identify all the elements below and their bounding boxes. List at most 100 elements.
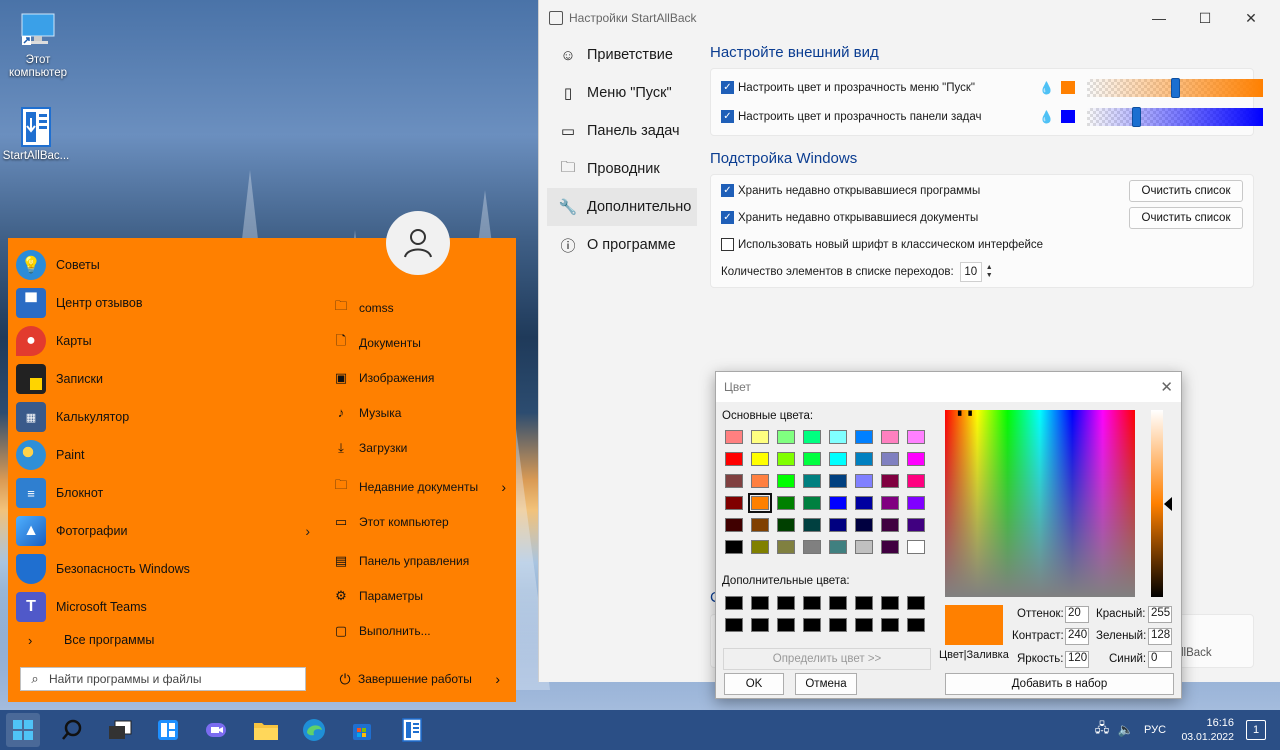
basic-color-swatch[interactable]	[803, 474, 821, 488]
basic-color-swatch[interactable]	[751, 474, 769, 488]
basic-color-swatch[interactable]	[725, 518, 743, 532]
basic-color-swatch[interactable]	[829, 496, 847, 510]
clock[interactable]: 16:16 03.01.2022	[1178, 710, 1234, 750]
network-icon[interactable]: 🖧	[1090, 719, 1114, 741]
basic-color-swatch[interactable]	[855, 430, 873, 444]
basic-color-swatch[interactable]	[907, 452, 925, 466]
user-avatar[interactable]	[386, 211, 450, 275]
start-app-calculator[interactable]: ▦ Калькулятор	[16, 398, 316, 436]
basic-color-swatch[interactable]	[881, 474, 899, 488]
blue-field[interactable]: 0	[1148, 651, 1172, 668]
checkbox-new-font[interactable]	[721, 238, 734, 251]
chat-button[interactable]	[200, 714, 232, 746]
basic-color-swatch[interactable]	[725, 496, 743, 510]
basic-color-swatch[interactable]	[777, 518, 795, 532]
custom-color-swatch[interactable]	[881, 596, 899, 610]
luminance-pointer-icon[interactable]	[1164, 497, 1172, 511]
color-swatch-start[interactable]	[1061, 81, 1075, 94]
clear-documents-button[interactable]: Очистить список	[1129, 206, 1243, 229]
place-this-pc[interactable]: ▭ Этот компьютер	[326, 504, 506, 539]
add-to-custom-button[interactable]: Добавить в набор	[945, 673, 1174, 695]
checkbox-taskbar-color[interactable]: ✓	[721, 110, 734, 123]
basic-color-swatch[interactable]	[829, 474, 847, 488]
startallback-taskbar-button[interactable]	[396, 714, 428, 746]
place-recent-documents[interactable]: 🗀 Недавние документы ›	[326, 469, 506, 504]
basic-color-swatch[interactable]	[907, 496, 925, 510]
basic-color-swatch[interactable]	[725, 540, 743, 554]
custom-color-swatch[interactable]	[881, 618, 899, 632]
checkbox-start-color[interactable]: ✓	[721, 81, 734, 94]
basic-color-swatch[interactable]	[881, 518, 899, 532]
basic-color-swatch[interactable]	[881, 430, 899, 444]
custom-color-swatch[interactable]	[829, 596, 847, 610]
basic-color-swatch[interactable]	[751, 452, 769, 466]
maximize-button[interactable]: ☐	[1182, 0, 1228, 36]
dialog-close-button[interactable]: ✕	[1160, 378, 1173, 396]
custom-color-swatch[interactable]	[803, 618, 821, 632]
basic-color-swatch[interactable]	[907, 518, 925, 532]
language-indicator[interactable]: РУС	[1144, 724, 1166, 736]
clear-programs-button[interactable]: Очистить список	[1129, 179, 1243, 202]
custom-color-swatch[interactable]	[777, 618, 795, 632]
custom-color-swatch[interactable]	[725, 618, 743, 632]
jumplist-count-input[interactable]: 10	[959, 261, 982, 282]
start-app-windows-security[interactable]: Безопасность Windows	[16, 550, 316, 588]
red-field[interactable]: 255	[1148, 606, 1172, 623]
spinner-arrows-icon[interactable]: ▲ ▼	[986, 264, 993, 280]
basic-color-swatch[interactable]	[855, 518, 873, 532]
color-swatch-taskbar[interactable]	[1061, 110, 1075, 123]
basic-color-swatch[interactable]	[803, 430, 821, 444]
hue-field[interactable]: 20	[1065, 606, 1089, 623]
sat-field[interactable]: 240	[1065, 628, 1089, 645]
define-color-button[interactable]: Определить цвет >>	[723, 648, 931, 670]
basic-color-swatch[interactable]	[907, 430, 925, 444]
basic-color-swatch[interactable]	[777, 430, 795, 444]
file-explorer-button[interactable]	[250, 714, 282, 746]
start-app-maps[interactable]: ● Карты	[16, 322, 316, 360]
luminance-bar[interactable]	[1151, 410, 1163, 597]
nav-taskbar[interactable]: ▭ Панель задач	[547, 112, 697, 150]
start-app-feedback[interactable]: ▀ Центр отзывов	[16, 284, 316, 322]
basic-color-swatch[interactable]	[748, 493, 772, 513]
task-view-button[interactable]	[104, 714, 136, 746]
checkbox-recent-programs[interactable]: ✓	[721, 184, 734, 197]
basic-color-swatch[interactable]	[803, 518, 821, 532]
desktop-icon-this-pc[interactable]: Этот компьютер	[2, 10, 74, 80]
custom-color-swatch[interactable]	[803, 596, 821, 610]
start-app-tips[interactable]: 💡 Советы	[16, 246, 316, 284]
start-app-sticky-notes[interactable]: Записки	[16, 360, 316, 398]
basic-color-swatch[interactable]	[751, 430, 769, 444]
basic-color-swatch[interactable]	[829, 430, 847, 444]
minimize-button[interactable]: —	[1136, 0, 1182, 36]
color-spectrum[interactable]	[945, 410, 1135, 597]
custom-color-swatch[interactable]	[855, 596, 873, 610]
basic-color-swatch[interactable]	[751, 540, 769, 554]
place-music[interactable]: ♪ Музыка	[326, 395, 506, 430]
basic-color-swatch[interactable]	[829, 540, 847, 554]
shutdown-button[interactable]: ⏻ Завершение работы ›	[332, 664, 502, 694]
place-settings[interactable]: ⚙ Параметры	[326, 578, 506, 613]
volume-icon[interactable]: 🔈	[1114, 722, 1138, 738]
basic-color-swatch[interactable]	[881, 452, 899, 466]
place-documents[interactable]: 🗋 Документы	[326, 325, 506, 360]
basic-color-swatch[interactable]	[907, 474, 925, 488]
basic-color-swatch[interactable]	[725, 430, 743, 444]
basic-color-swatch[interactable]	[777, 452, 795, 466]
basic-color-swatch[interactable]	[907, 540, 925, 554]
opacity-slider-start[interactable]	[1087, 77, 1263, 98]
basic-color-swatch[interactable]	[855, 540, 873, 554]
custom-color-swatch[interactable]	[855, 618, 873, 632]
custom-color-swatch[interactable]	[725, 596, 743, 610]
place-run[interactable]: ▢ Выполнить...	[326, 613, 506, 648]
start-button[interactable]	[6, 713, 40, 747]
basic-color-swatch[interactable]	[829, 518, 847, 532]
slider-thumb[interactable]	[1132, 106, 1142, 127]
basic-color-swatch[interactable]	[725, 452, 743, 466]
start-search-box[interactable]: ⌕ Найти программы и файлы	[20, 667, 306, 691]
basic-color-swatch[interactable]	[725, 474, 743, 488]
notification-button[interactable]: 1	[1246, 710, 1266, 750]
basic-color-swatch[interactable]	[829, 452, 847, 466]
custom-color-swatch[interactable]	[751, 618, 769, 632]
place-user-folder[interactable]: 🗀 comss	[326, 290, 506, 325]
place-control-panel[interactable]: ▤ Панель управления	[326, 543, 506, 578]
